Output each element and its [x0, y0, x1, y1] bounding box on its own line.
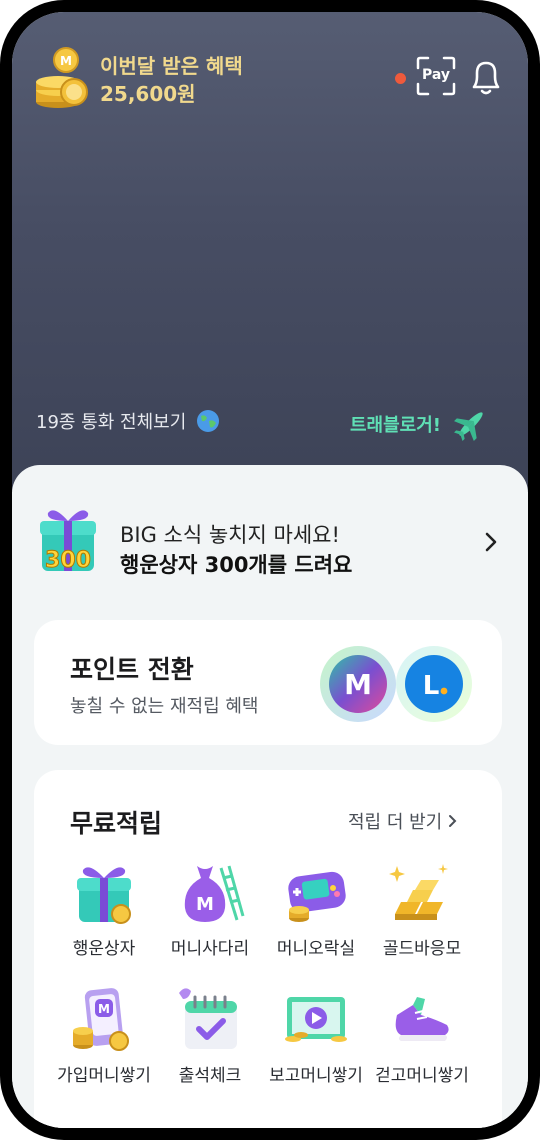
- money-bag-ladder-icon: M: [184, 865, 245, 922]
- chevron-right-icon: [485, 532, 497, 552]
- pay-scan-button[interactable]: Pay: [416, 56, 456, 96]
- earn-item-gold-bar[interactable]: 골드바응모: [364, 858, 480, 959]
- app-screen: M 이번달 받은 혜택 25,600원 Pay 19종 통화 전체보기 트래블로…: [12, 12, 528, 1128]
- earn-item-label: 출석체크: [178, 1066, 242, 1086]
- point-conversion-subtitle: 놓칠 수 없는 재적립 혜택: [70, 696, 259, 717]
- video-play-icon: [285, 997, 347, 1042]
- earn-item-label: 보고머니쌓기: [269, 1066, 363, 1086]
- hero-banner: M 이번달 받은 혜택 25,600원 Pay 19종 통화 전체보기 트래블로…: [12, 12, 528, 492]
- earn-more-label: 적립 더 받기: [348, 812, 443, 833]
- earn-item-label: 행운상자: [72, 939, 136, 959]
- point-conversion-title: 포인트 전환: [70, 655, 194, 684]
- earn-item-signup-money[interactable]: M 가입머니쌓기: [46, 985, 162, 1086]
- m-logo-letter: M: [344, 668, 372, 701]
- earn-item-watch-money[interactable]: 보고머니쌓기: [258, 985, 374, 1086]
- m-money-logo-icon: M: [320, 646, 396, 722]
- monthly-benefit-amount[interactable]: 25,600원: [100, 78, 196, 107]
- travel-link-label: 트래블로거!: [350, 415, 442, 436]
- device-frame: M 이번달 받은 혜택 25,600원 Pay 19종 통화 전체보기 트래블로…: [0, 0, 540, 1140]
- l-logo-letter: L: [423, 671, 440, 701]
- pay-label: Pay: [421, 67, 451, 83]
- earn-item-label: 머니사다리: [170, 939, 250, 959]
- earn-item-attendance[interactable]: 출석체크: [152, 985, 268, 1086]
- free-earn-title: 무료적립: [70, 809, 163, 838]
- game-console-icon: [288, 871, 346, 922]
- calendar-check-icon: [179, 988, 237, 1049]
- notice-subline: 행운상자 300개를 드려요: [120, 553, 353, 577]
- notice-headline: BIG 소식 놓치지 마세요!: [120, 523, 340, 547]
- chevron-right-small-icon: [449, 815, 457, 827]
- content-sheet: 300 BIG 소식 놓치지 마세요! 행운상자 300개를 드려요 포인트 전…: [12, 465, 528, 1128]
- gift-badge-number: 300: [45, 548, 91, 573]
- svg-text:M: M: [98, 1002, 110, 1016]
- gift-box-icon: 300: [40, 510, 96, 574]
- svg-text:M: M: [60, 54, 72, 68]
- sneaker-icon: [395, 997, 449, 1041]
- monthly-benefit-title[interactable]: 이번달 받은 혜택: [100, 50, 243, 79]
- earn-item-label: 골드바응모: [382, 939, 462, 959]
- free-earn-card: 무료적립 적립 더 받기 행운상자 M 머니사다리 머니오락실 골드바응모 M …: [34, 770, 502, 1128]
- coin-stack-icon: M: [36, 47, 88, 108]
- airplane-icon: [454, 412, 483, 441]
- notification-dot-icon: [395, 73, 406, 84]
- earn-item-money-arcade[interactable]: 머니오락실: [258, 858, 374, 959]
- gift-box-icon: [77, 867, 131, 924]
- earn-item-label: 머니오락실: [276, 939, 356, 959]
- earn-item-money-ladder[interactable]: M 머니사다리: [152, 858, 268, 959]
- gold-bar-icon: [389, 864, 448, 920]
- point-conversion-card[interactable]: 포인트 전환 놓칠 수 없는 재적립 혜택 M L: [34, 620, 502, 745]
- phone-coins-icon: M: [73, 988, 129, 1051]
- currency-list-link[interactable]: 19종 통화 전체보기: [36, 408, 220, 434]
- travel-logger-link[interactable]: 트래블로거!: [350, 406, 489, 442]
- currency-link-label: 19종 통화 전체보기: [36, 412, 187, 433]
- earn-item-walk-money[interactable]: 걷고머니쌓기: [364, 985, 480, 1086]
- earn-item-lucky-box[interactable]: 행운상자: [46, 858, 162, 959]
- earn-item-label: 걷고머니쌓기: [375, 1066, 469, 1086]
- globe-icon: [197, 410, 220, 432]
- earn-item-label: 가입머니쌓기: [57, 1066, 151, 1086]
- earn-more-link[interactable]: 적립 더 받기: [348, 808, 458, 834]
- event-notice-banner[interactable]: 300 BIG 소식 놓치지 마세요! 행운상자 300개를 드려요: [36, 503, 504, 583]
- l-point-logo-icon: L: [396, 646, 472, 722]
- svg-text:M: M: [196, 894, 214, 915]
- bell-icon[interactable]: [468, 59, 504, 97]
